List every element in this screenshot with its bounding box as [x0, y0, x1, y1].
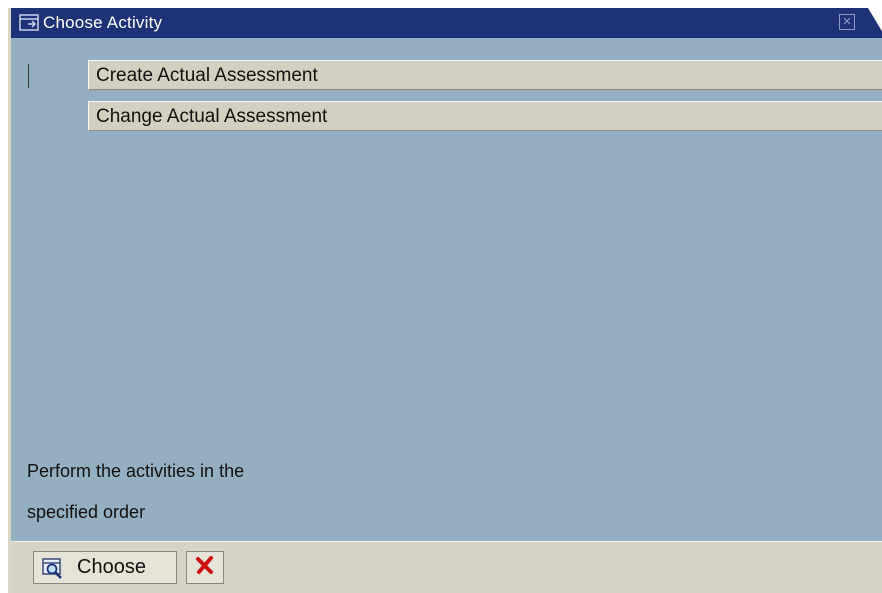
- dialog-title: Choose Activity: [43, 13, 163, 32]
- close-icon[interactable]: ✕: [839, 14, 855, 30]
- titlebar-corner: [868, 8, 882, 38]
- choose-button-label: Choose: [77, 556, 146, 578]
- dialog-window-icon: [19, 13, 41, 33]
- hint-text-line-1: Perform the activities in the: [27, 461, 245, 481]
- text-cursor: [28, 64, 29, 88]
- activity-create-actual-assessment[interactable]: Create Actual Assessment: [88, 60, 882, 90]
- hint-text-line-2: specified order: [27, 502, 146, 522]
- activity-label: Create Actual Assessment: [96, 65, 318, 86]
- dialog-titlebar: Choose Activity ✕: [11, 8, 882, 38]
- cancel-button[interactable]: [186, 551, 224, 584]
- cancel-x-icon: [195, 555, 215, 580]
- activity-change-actual-assessment[interactable]: Change Actual Assessment: [88, 101, 882, 131]
- choose-magnifier-icon: [41, 556, 65, 580]
- choose-button[interactable]: Choose: [33, 551, 177, 584]
- activity-label: Change Actual Assessment: [96, 106, 328, 127]
- dialog-footer-toolbar: Choose: [11, 541, 882, 593]
- choose-activity-dialog: Choose Activity ✕ Create Actual Assessme…: [8, 8, 882, 593]
